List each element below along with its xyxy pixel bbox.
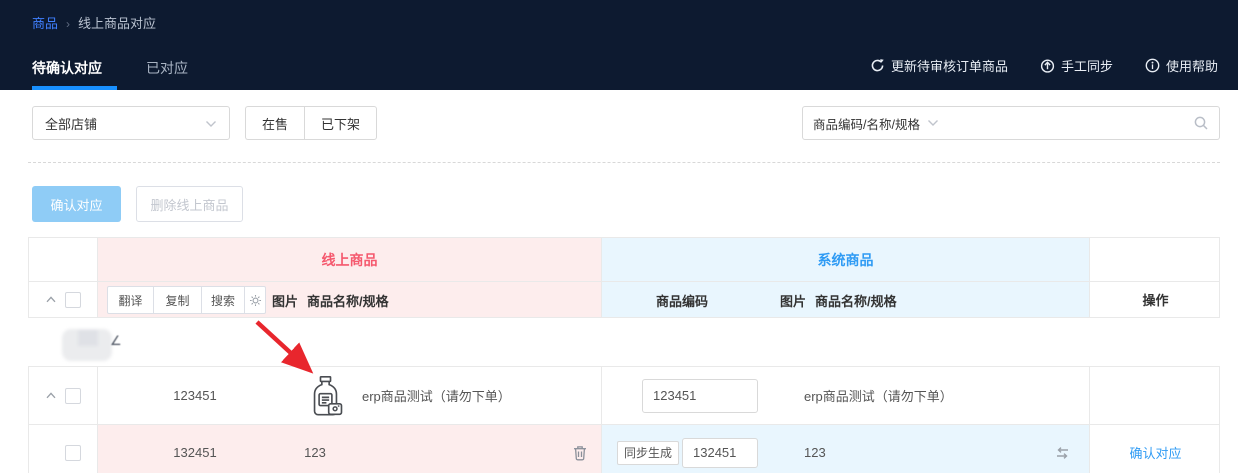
system-columns-header: 商品编码 图片 商品名称/规格	[601, 282, 1089, 317]
product-bottle-image-icon[interactable]	[307, 375, 344, 417]
help-button[interactable]: 使用帮助	[1145, 56, 1218, 75]
online-product-name: 123	[292, 425, 338, 473]
breadcrumb-separator: ›	[66, 17, 70, 31]
row-checkbox[interactable]	[65, 445, 81, 461]
online-product-code: 132451	[98, 425, 292, 473]
online-columns-header: 翻译 复制 搜索 图片 商品名称/规格	[97, 282, 601, 317]
confirm-mapping-link[interactable]: 确认对应	[1090, 425, 1221, 473]
online-product-name: erp商品测试（请勿下单）	[362, 367, 511, 424]
divider	[28, 162, 1220, 163]
shop-select[interactable]: 全部店铺	[32, 106, 230, 140]
system-code-input[interactable]	[642, 379, 758, 413]
table-row: 123451 erp商品测试（请勿下单）	[29, 367, 1219, 424]
swap-arrows-icon	[1054, 445, 1071, 461]
online-product-cell: 132451 123	[97, 425, 601, 473]
online-product-code: 123451	[98, 367, 292, 424]
online-product-cell: 123451 erp商品测试（请勿下单）	[97, 367, 601, 424]
action-column-label: 操作	[1090, 282, 1221, 317]
translate-button[interactable]: 翻译	[107, 286, 154, 314]
online-product-group-header: 线上商品	[97, 238, 601, 281]
table-header: 线上商品 系统商品 翻译 复制 搜索	[28, 237, 1220, 318]
topbar: 商品›线上商品对应 待确认对应 已对应 更新待审核订单商品 手工同步 使用帮助	[0, 0, 1238, 90]
gear-icon	[249, 294, 262, 307]
header-expander-cell	[29, 282, 97, 317]
table-row: 132451 123 同步生成 123 确认对应	[29, 424, 1219, 473]
online-image-column-label: 图片	[272, 291, 298, 310]
online-product-group-title: 线上商品	[98, 238, 601, 281]
delete-online-product-button[interactable]: 删除线上商品	[136, 186, 243, 222]
row-checkbox[interactable]	[65, 388, 81, 404]
header-action-spacer	[1089, 238, 1221, 281]
row-expander-cell	[29, 367, 97, 424]
refresh-icon	[870, 58, 885, 73]
listing-status-filter: 在售 已下架	[245, 106, 377, 140]
search-tool-button[interactable]: 搜索	[202, 286, 245, 314]
manual-sync-label: 手工同步	[1061, 56, 1113, 75]
shop-select-value: 全部店铺	[45, 114, 97, 133]
delisted-filter-button[interactable]: 已下架	[304, 106, 377, 140]
header-select-cell	[29, 238, 97, 281]
delete-row-button[interactable]	[572, 444, 588, 461]
breadcrumb-root[interactable]: 商品	[32, 16, 58, 31]
system-product-group-title: 系统商品	[602, 238, 1089, 281]
shop-group-mark: ∠	[110, 333, 122, 349]
on-sale-filter-button[interactable]: 在售	[245, 106, 304, 140]
manual-sync-icon	[1040, 58, 1055, 73]
table-body: 123451 erp商品测试（请勿下单）	[28, 366, 1220, 473]
row-action-cell	[1089, 367, 1221, 424]
sync-generated-badge: 同步生成	[617, 441, 679, 465]
chevron-down-icon	[205, 116, 217, 131]
system-name-column-label: 商品名称/规格	[815, 291, 897, 310]
tab-mapped[interactable]: 已对应	[146, 58, 188, 92]
search-field-select[interactable]: 商品编码/名称/规格	[802, 106, 950, 140]
online-product-mapping-page: 商品›线上商品对应 待确认对应 已对应 更新待审核订单商品 手工同步 使用帮助 …	[0, 0, 1238, 473]
search-box	[949, 106, 1220, 140]
chevron-down-icon	[927, 116, 939, 130]
system-product-name: 123	[804, 425, 826, 473]
system-code-input[interactable]	[682, 438, 758, 468]
action-column-header: 操作	[1089, 282, 1221, 317]
refresh-pending-orders-label: 更新待审核订单商品	[891, 56, 1008, 75]
search-field-select-value: 商品编码/名称/规格	[813, 114, 920, 133]
row-action-cell: 确认对应	[1089, 425, 1221, 473]
row-expander-cell	[29, 425, 97, 473]
collapse-all-caret-icon[interactable]	[46, 296, 56, 303]
breadcrumb: 商品 › 线上商品对应	[32, 13, 156, 32]
manual-sync-button[interactable]: 手工同步	[1040, 56, 1113, 75]
system-product-group-header: 系统商品	[601, 238, 1089, 281]
system-product-cell: erp商品测试（请勿下单）	[601, 367, 1089, 424]
swap-mapping-button[interactable]	[1054, 445, 1071, 461]
select-all-checkbox[interactable]	[65, 292, 81, 308]
online-tools: 翻译 复制 搜索	[107, 286, 266, 314]
settings-gear-button[interactable]	[245, 286, 266, 314]
collapse-row-caret-icon[interactable]	[46, 392, 56, 399]
trash-icon	[572, 444, 588, 461]
breadcrumb-current: 线上商品对应	[78, 16, 156, 31]
help-label: 使用帮助	[1166, 56, 1218, 75]
search-input[interactable]	[949, 107, 1193, 139]
search-icon[interactable]	[1193, 115, 1209, 131]
system-product-cell: 同步生成 123	[601, 425, 1089, 473]
refresh-pending-orders-button[interactable]: 更新待审核订单商品	[870, 56, 1008, 75]
system-image-column-label: 图片	[780, 291, 806, 310]
topbar-actions: 更新待审核订单商品 手工同步 使用帮助	[870, 56, 1218, 75]
online-name-column-label: 商品名称/规格	[307, 291, 389, 310]
system-product-name: erp商品测试（请勿下单）	[804, 367, 953, 424]
active-tab-indicator	[32, 86, 117, 90]
system-code-column-label: 商品编码	[622, 282, 742, 318]
shop-group-label-blurred	[62, 329, 112, 361]
copy-button[interactable]: 复制	[154, 286, 202, 314]
help-icon	[1145, 58, 1160, 73]
confirm-mapping-button[interactable]: 确认对应	[32, 186, 121, 222]
